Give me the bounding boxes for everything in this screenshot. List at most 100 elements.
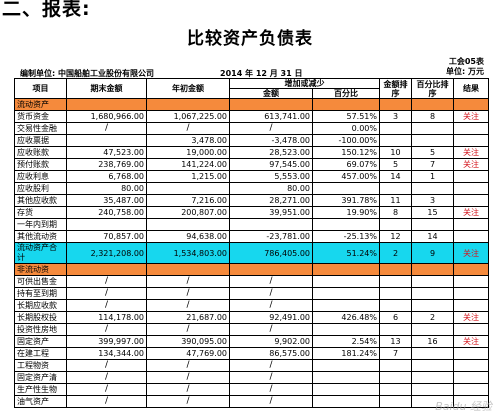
table-row: 应收利息 6,768.00 1,215.00 5,553.00 457.00% 14 1	[14, 170, 489, 183]
section-row: 流动资产	[14, 98, 489, 111]
change-amount-cell: 5,553.00	[229, 170, 313, 183]
result-cell: 关注	[453, 242, 489, 264]
begin-amount-cell: 21,687.00	[146, 311, 230, 324]
rank-amount-cell: 11	[379, 194, 412, 207]
item-cell: 预付账款	[14, 158, 67, 171]
header-rank-pct: 百分比排序	[411, 78, 454, 99]
rank-pct-cell: 14	[411, 230, 454, 243]
change-amount-cell: 28,271.00	[229, 194, 313, 207]
change-pct-cell: -100.00%	[312, 134, 380, 147]
change-amount-cell: 80.00	[229, 182, 313, 195]
begin-amount-cell	[146, 263, 230, 276]
change-amount-cell: -23,781.00	[229, 230, 313, 243]
change-amount-cell: 39,951.00	[229, 206, 313, 219]
rank-amount-cell	[379, 122, 412, 135]
rank-amount-cell: 8	[379, 206, 412, 219]
header-item: 项目	[14, 78, 67, 99]
result-cell	[453, 230, 489, 243]
item-cell: 可供出售金	[14, 275, 67, 288]
item-cell: 其他流动资	[14, 230, 67, 243]
change-pct-cell	[312, 218, 380, 231]
rank-amount-cell	[379, 395, 412, 408]
rank-pct-cell	[411, 182, 454, 195]
begin-amount-cell: 1,215.00	[146, 170, 230, 183]
change-amount-cell: -3,478.00	[229, 134, 313, 147]
end-amount-cell	[66, 218, 147, 231]
section-heading: 二、报表:	[2, 0, 91, 20]
rank-pct-cell: 5	[411, 146, 454, 159]
rank-amount-cell	[379, 299, 412, 312]
item-cell: 应收票据	[14, 134, 67, 147]
table-row: 一年内到期	[14, 218, 489, 231]
end-amount-cell: 240,758.00	[66, 206, 147, 219]
change-pct-cell	[312, 287, 380, 300]
rank-amount-cell	[379, 182, 412, 195]
begin-amount-cell: 1,067,225.00	[146, 110, 230, 123]
result-cell	[453, 134, 489, 147]
rank-amount-cell	[379, 359, 412, 372]
rank-pct-cell	[411, 275, 454, 288]
change-amount-cell: 86,575.00	[229, 347, 313, 360]
rank-pct-cell: 9	[411, 242, 454, 264]
change-amount-cell: /	[229, 371, 313, 384]
change-pct-cell	[312, 371, 380, 384]
change-pct-cell	[312, 182, 380, 195]
rank-pct-cell	[411, 347, 454, 360]
end-amount-cell: 6,768.00	[66, 170, 147, 183]
begin-amount-cell: /	[146, 371, 230, 384]
change-pct-cell	[312, 98, 380, 111]
header-begin: 年初金额	[146, 78, 230, 99]
table-row: 交易性金融 / //0.00%	[14, 122, 489, 135]
table-row: 投资性房地 / / /	[14, 323, 489, 336]
begin-amount-cell: 390,095.00	[146, 335, 230, 348]
table-row: 可供出售金 / / /	[14, 275, 489, 288]
rank-amount-cell	[379, 218, 412, 231]
change-amount-cell: /	[229, 395, 313, 408]
change-amount-cell	[229, 263, 313, 276]
rank-pct-cell: 8	[411, 110, 454, 123]
table-row: 固定资产 399,997.00 390,095.00 9,902.00 2.54% 13 1…	[14, 335, 489, 348]
rank-pct-cell	[411, 263, 454, 276]
end-amount-cell: /	[66, 287, 147, 300]
change-pct-cell: 0.00%	[312, 122, 380, 135]
rank-amount-cell: 7	[379, 347, 412, 360]
rank-amount-cell	[379, 383, 412, 396]
rank-pct-cell	[411, 98, 454, 111]
item-cell: 生产性生物	[14, 383, 67, 396]
table-row: 在建工程 134,344.00 47,769.00 86,575.00 181.24% 7	[14, 347, 489, 360]
rank-pct-cell	[411, 287, 454, 300]
report-title: 比较资产负债表	[187, 29, 313, 49]
begin-amount-cell: /	[146, 275, 230, 288]
rank-amount-cell: 10	[379, 146, 412, 159]
header-amount: 金额	[229, 88, 313, 99]
result-cell	[453, 323, 489, 336]
rank-amount-cell	[379, 134, 412, 147]
result-cell: 关注	[453, 158, 489, 171]
item-cell: 应收账款	[14, 146, 67, 159]
item-cell: 流动资产合计	[14, 242, 67, 264]
end-amount-cell: 114,178.00	[66, 311, 147, 324]
result-cell	[453, 218, 489, 231]
end-amount-cell	[66, 263, 147, 276]
begin-amount-cell: 141,224.00	[146, 158, 230, 171]
end-amount-cell: 70,857.00	[66, 230, 147, 243]
rank-amount-cell: 2	[379, 242, 412, 264]
result-cell	[453, 182, 489, 195]
result-cell	[453, 263, 489, 276]
item-cell: 其他应收款	[14, 194, 67, 207]
result-cell	[453, 194, 489, 207]
item-cell: 应收利息	[14, 170, 67, 183]
result-cell: 关注	[453, 311, 489, 324]
table-row: 存货 240,758.00 200,807.00 39,951.00 19.90% 8 15…	[14, 206, 489, 219]
begin-amount-cell: 47,769.00	[146, 347, 230, 360]
begin-amount-cell	[146, 218, 230, 231]
header-end: 期末金额	[66, 78, 147, 99]
result-cell	[453, 287, 489, 300]
item-cell: 流动资产	[14, 98, 67, 111]
change-pct-cell	[312, 263, 380, 276]
result-cell	[453, 359, 489, 372]
begin-amount-cell: /	[146, 323, 230, 336]
table-row: 工程物资 / / /	[14, 359, 489, 372]
rank-pct-cell: 2	[411, 311, 454, 324]
item-cell: 长期应收款	[14, 299, 67, 312]
